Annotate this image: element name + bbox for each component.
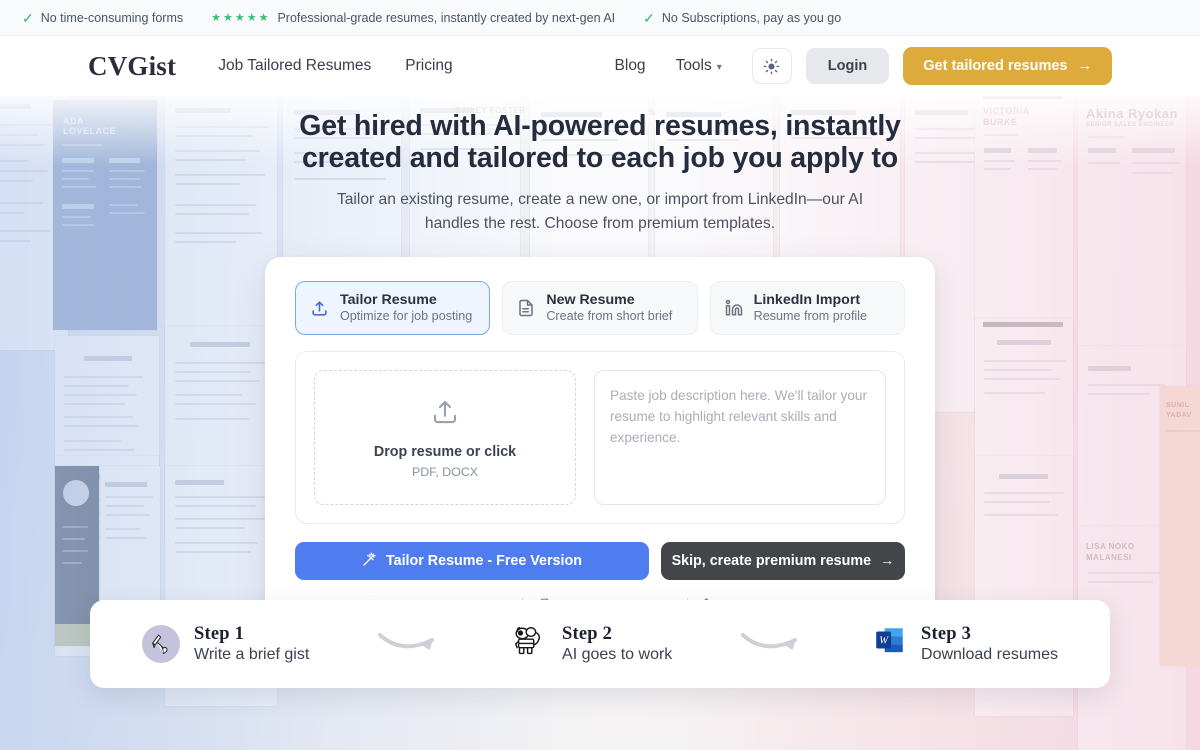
curved-arrow-icon (734, 627, 812, 662)
card-actions: Tailor Resume - Free Version Skip, creat… (295, 542, 905, 581)
upload-icon (430, 397, 460, 432)
curved-arrow-icon (371, 627, 449, 662)
upload-icon (310, 299, 329, 318)
tab-linkedin-import[interactable]: LinkedIn Import Resume from profile (709, 281, 905, 336)
step-2-subtitle: AI goes to work (562, 645, 673, 663)
hero-content: Get hired with AI-powered resumes, insta… (0, 96, 1200, 642)
announcement-bar: ✓ No time-consuming forms ★★★★★ Professi… (0, 0, 1200, 36)
check-icon: ✓ (22, 9, 34, 26)
announcement-text-1: No time-consuming forms (40, 10, 184, 25)
login-button[interactable]: Login (805, 48, 890, 84)
site-header: CVGist Job Tailored Resumes Pricing Blog… (0, 36, 1200, 96)
tab-linkedin-import-title: LinkedIn Import (753, 292, 861, 309)
announcement-text-3: No Subscriptions, pay as you go (661, 10, 842, 25)
robot-icon (510, 623, 548, 666)
hero-section: ADA LOVELACE (0, 96, 1200, 750)
header-right-group: Blog Tools ▾ Login Get tailored resumes … (615, 47, 1112, 85)
step-2: Step 2 AI goes to work (510, 623, 672, 666)
tab-new-resume[interactable]: New Resume Create from short brief (502, 281, 698, 336)
cta-label: Get tailored resumes (923, 58, 1068, 74)
nav-tools-label: Tools (675, 57, 712, 74)
tab-new-resume-title: New Resume (546, 292, 635, 309)
chevron-down-icon: ▾ (716, 61, 722, 73)
nav-tools-dropdown[interactable]: Tools ▾ (676, 57, 722, 75)
document-icon (517, 299, 535, 317)
resume-dropzone[interactable]: Drop resume or click PDF, DOCX (314, 370, 576, 506)
arrow-right-icon: → (1077, 58, 1093, 74)
dropzone-formats: PDF, DOCX (411, 464, 479, 479)
dropzone-title: Drop resume or click (373, 443, 517, 460)
step-3-subtitle: Download resumes (921, 645, 1058, 663)
resume-builder-card: Tailor Resume Optimize for job posting N… (265, 257, 935, 642)
tailor-resume-free-label: Tailor Resume - Free Version (385, 553, 582, 570)
steps-bar: Step 1 Write a brief gist Step 2 AI goes… (90, 600, 1110, 688)
step-3: W Step 3 Download resumes (873, 624, 1058, 665)
headline-line-1: Get hired with AI-powered resumes, insta… (299, 110, 901, 142)
logo-cvgist[interactable]: CVGist (88, 51, 176, 82)
sun-icon (763, 58, 780, 74)
nav-blog[interactable]: Blog (615, 57, 646, 75)
skip-create-premium-button[interactable]: Skip, create premium resume → (660, 542, 905, 581)
step-1-subtitle: Write a brief gist (194, 645, 310, 663)
theme-toggle-button[interactable] (751, 48, 792, 84)
tab-new-resume-subtitle: Create from short brief (546, 309, 673, 324)
step-2-title: Step 2 (562, 623, 613, 644)
tab-tailor-resume-subtitle: Optimize for job posting (340, 309, 473, 324)
writing-hand-icon (142, 624, 180, 663)
linkedin-icon (725, 299, 743, 317)
check-icon: ✓ (643, 9, 655, 26)
stars-icon: ★★★★★ (211, 12, 271, 24)
tab-tailor-resume-title: Tailor Resume (340, 292, 437, 309)
input-section: Drop resume or click PDF, DOCX (295, 351, 905, 525)
get-tailored-resumes-button[interactable]: Get tailored resumes → (903, 47, 1112, 85)
svg-text:W: W (879, 636, 889, 647)
announcement-item-1: ✓ No time-consuming forms (8, 11, 197, 25)
job-description-input[interactable] (594, 370, 886, 506)
step-1-title: Step 1 (194, 623, 245, 644)
page-title: Get hired with AI-powered resumes, insta… (0, 96, 1200, 175)
hero-subtitle: Tailor an existing resume, create a new … (336, 190, 864, 233)
word-document-icon: W (873, 624, 907, 663)
step-1: Step 1 Write a brief gist (142, 624, 309, 665)
magic-wand-icon (362, 552, 377, 571)
headline-line-2: created and tailored to each job you app… (302, 142, 898, 175)
announcement-item-3: ✓ No Subscriptions, pay as you go (629, 11, 855, 25)
announcement-item-2: ★★★★★ Professional-grade resumes, instan… (197, 11, 629, 25)
mode-tabs: Tailor Resume Optimize for job posting N… (295, 281, 905, 336)
tab-linkedin-import-subtitle: Resume from profile (753, 309, 868, 324)
nav-job-tailored-resumes[interactable]: Job Tailored Resumes (218, 57, 371, 75)
skip-create-premium-label: Skip, create premium resume (671, 553, 872, 570)
tailor-resume-free-button[interactable]: Tailor Resume - Free Version (295, 542, 649, 581)
step-3-title: Step 3 (921, 623, 972, 644)
announcement-text-2: Professional-grade resumes, instantly cr… (277, 10, 616, 25)
nav-pricing[interactable]: Pricing (405, 57, 452, 75)
tab-tailor-resume[interactable]: Tailor Resume Optimize for job posting (295, 281, 491, 336)
arrow-right-icon: → (880, 553, 895, 570)
